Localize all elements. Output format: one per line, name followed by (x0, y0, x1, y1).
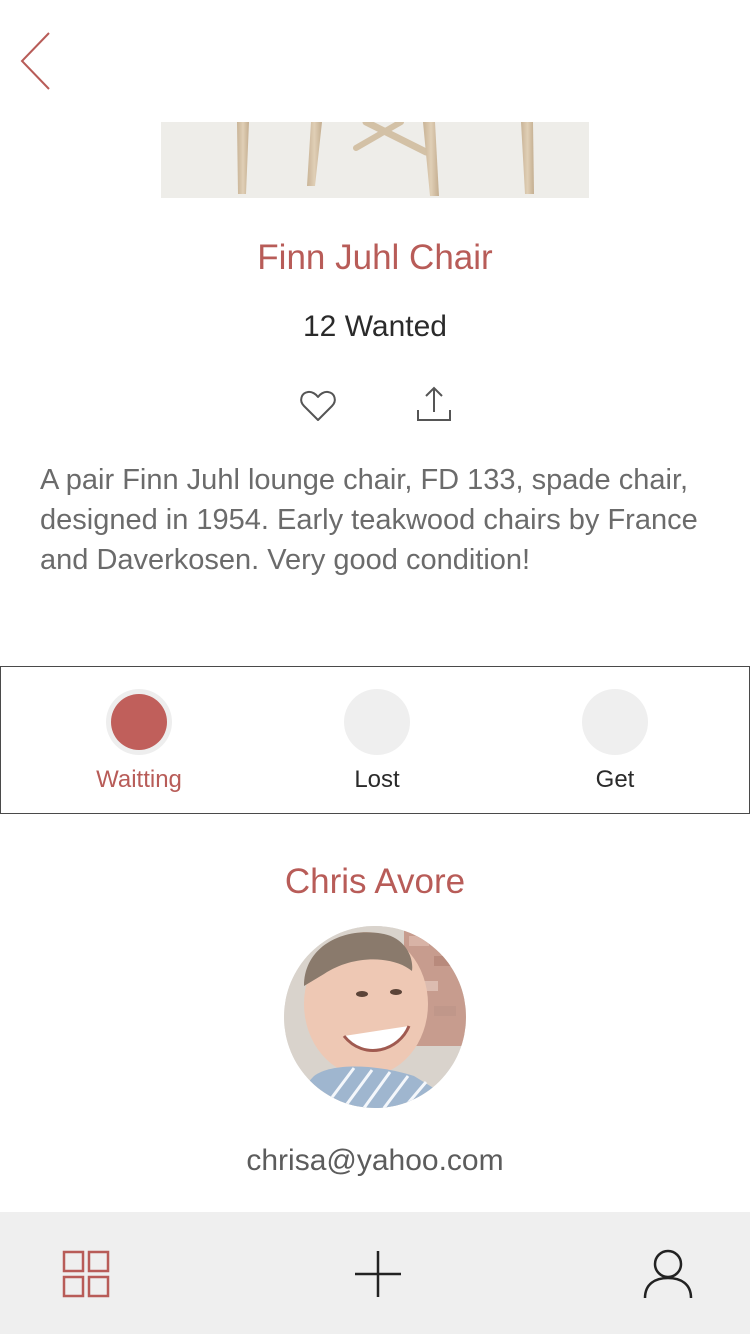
wanted-count: 12 Wanted (303, 310, 447, 343)
item-title: Finn Juhl Chair (257, 238, 493, 277)
heart-icon (300, 390, 336, 421)
tab-profile[interactable] (640, 1246, 696, 1302)
tab-browse[interactable] (60, 1248, 112, 1300)
status-radio (344, 689, 410, 755)
chevron-left-icon (20, 32, 50, 90)
share-icon (417, 386, 451, 421)
seller-email: chrisa@yahoo.com (246, 1144, 504, 1177)
status-option-waitting[interactable]: Waitting (39, 667, 239, 813)
grid-icon (62, 1250, 110, 1298)
status-selector: Waitting Lost Get (0, 666, 750, 814)
status-option-lost[interactable]: Lost (277, 667, 477, 813)
status-label: Waitting (96, 766, 182, 793)
status-radio (582, 689, 648, 755)
plus-icon (355, 1251, 401, 1297)
tab-add[interactable] (352, 1248, 404, 1300)
avatar (284, 926, 466, 1108)
share-button[interactable] (414, 384, 454, 426)
product-image (161, 122, 589, 198)
user-icon (643, 1249, 693, 1299)
seller-name: Chris Avore (284, 862, 466, 901)
item-description: A pair Finn Juhl lounge chair, FD 133, s… (40, 464, 698, 576)
status-option-get[interactable]: Get (515, 667, 715, 813)
back-button[interactable] (14, 28, 58, 94)
status-label: Get (595, 766, 635, 793)
status-radio-active (111, 694, 167, 750)
status-label: Lost (354, 766, 400, 793)
like-button[interactable] (298, 386, 338, 426)
